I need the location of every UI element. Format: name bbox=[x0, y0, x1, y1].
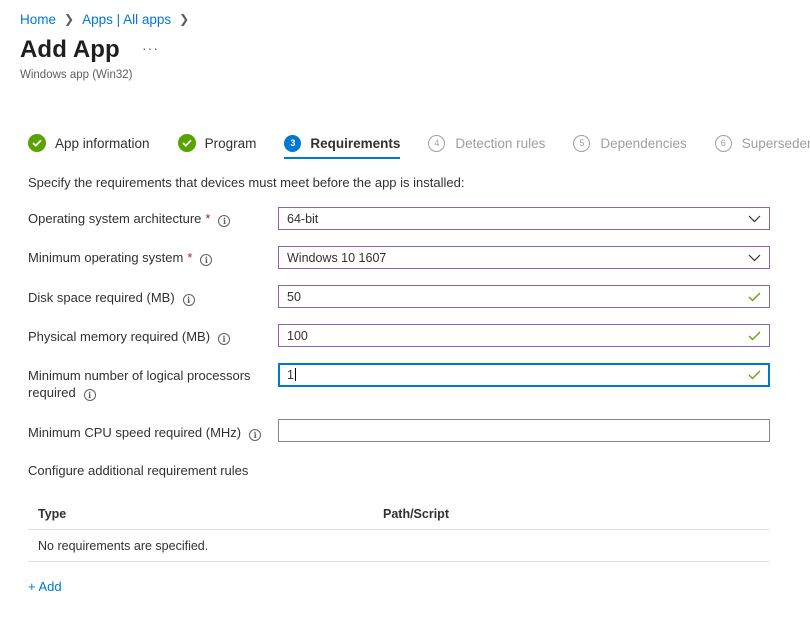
checkmark-icon bbox=[28, 134, 46, 152]
step-number-badge: 5 bbox=[573, 134, 591, 152]
processors-input[interactable]: 1 bbox=[278, 363, 770, 387]
requirements-description: Specify the requirements that devices mu… bbox=[28, 175, 465, 190]
required-marker: * bbox=[187, 250, 193, 265]
additional-rules-label: Configure additional requirement rules bbox=[28, 463, 249, 478]
cpu-speed-field[interactable] bbox=[287, 421, 761, 440]
memory-label: Physical memory required (MB) i bbox=[28, 328, 231, 345]
step-label: Requirements bbox=[310, 135, 401, 151]
memory-input[interactable] bbox=[278, 324, 770, 347]
step-label: Program bbox=[204, 135, 257, 151]
disk-space-label: Disk space required (MB) i bbox=[28, 289, 195, 306]
table-empty-row: No requirements are specified. bbox=[28, 530, 770, 562]
checkmark-icon bbox=[177, 134, 196, 152]
requirement-rules-table: Type Path/Script No requirements are spe… bbox=[28, 498, 770, 562]
breadcrumb-apps-link[interactable]: Apps | All apps bbox=[82, 12, 171, 27]
info-icon[interactable]: i bbox=[218, 333, 231, 345]
chevron-down-icon bbox=[747, 253, 761, 263]
column-header-type[interactable]: Type bbox=[28, 507, 383, 521]
info-icon[interactable]: i bbox=[200, 254, 213, 266]
chevron-down-icon bbox=[747, 214, 761, 224]
page-subtitle: Windows app (Win32) bbox=[20, 69, 133, 81]
step-number-badge: 6 bbox=[714, 134, 732, 152]
step-label: Dependencies bbox=[600, 135, 687, 151]
min-os-label: Minimum operating system * i bbox=[28, 249, 213, 266]
column-header-path-script[interactable]: Path/Script bbox=[383, 507, 770, 521]
dropdown-value: 64-bit bbox=[287, 211, 319, 226]
dropdown-value: Windows 10 1607 bbox=[287, 250, 387, 265]
memory-field[interactable] bbox=[287, 326, 747, 345]
page-title: Add App bbox=[20, 36, 120, 63]
disk-space-field[interactable] bbox=[287, 287, 747, 306]
step-label: App information bbox=[55, 135, 150, 151]
checkmark-icon bbox=[747, 369, 761, 381]
step-requirements[interactable]: 3 Requirements bbox=[284, 128, 401, 159]
step-app-information[interactable]: App information bbox=[28, 128, 150, 158]
step-label: Detection rules bbox=[455, 135, 546, 151]
info-icon[interactable]: i bbox=[249, 429, 262, 441]
breadcrumb: Home ❯ Apps | All apps ❯ bbox=[20, 10, 197, 28]
step-detection-rules[interactable]: 4 Detection rules bbox=[428, 128, 545, 158]
cpu-speed-input[interactable] bbox=[278, 419, 770, 442]
step-supersedence[interactable]: 6 Supersedence bbox=[714, 128, 810, 158]
add-requirement-link[interactable]: + Add bbox=[28, 579, 62, 594]
info-icon[interactable]: i bbox=[182, 294, 195, 306]
breadcrumb-separator-icon: ❯ bbox=[179, 12, 190, 26]
info-icon[interactable]: i bbox=[83, 389, 96, 401]
info-icon[interactable]: i bbox=[218, 215, 231, 227]
checkmark-icon bbox=[747, 330, 761, 342]
step-number-badge: 4 bbox=[428, 134, 446, 152]
step-label: Supersedence bbox=[741, 135, 810, 151]
os-architecture-dropdown[interactable]: 64-bit bbox=[278, 207, 770, 230]
step-program[interactable]: Program bbox=[177, 128, 257, 158]
breadcrumb-separator-icon: ❯ bbox=[64, 12, 75, 26]
step-number-badge: 3 bbox=[284, 134, 302, 152]
processors-label: Minimum number of logical processors req… bbox=[28, 368, 251, 401]
step-dependencies[interactable]: 5 Dependencies bbox=[573, 128, 687, 158]
os-architecture-label: Operating system architecture * i bbox=[28, 210, 231, 227]
breadcrumb-home-link[interactable]: Home bbox=[20, 12, 56, 27]
min-os-dropdown[interactable]: Windows 10 1607 bbox=[278, 246, 770, 269]
more-options-icon[interactable]: ··· bbox=[142, 40, 159, 56]
text-cursor bbox=[294, 368, 296, 381]
wizard-steps: App information Program 3 Requirements 4… bbox=[28, 128, 810, 159]
processors-field[interactable]: 1 bbox=[287, 368, 294, 382]
required-marker: * bbox=[205, 211, 211, 226]
cpu-speed-label: Minimum CPU speed required (MHz) i bbox=[28, 424, 262, 441]
table-header: Type Path/Script bbox=[28, 498, 770, 530]
disk-space-input[interactable] bbox=[278, 285, 770, 308]
checkmark-icon bbox=[747, 291, 761, 303]
